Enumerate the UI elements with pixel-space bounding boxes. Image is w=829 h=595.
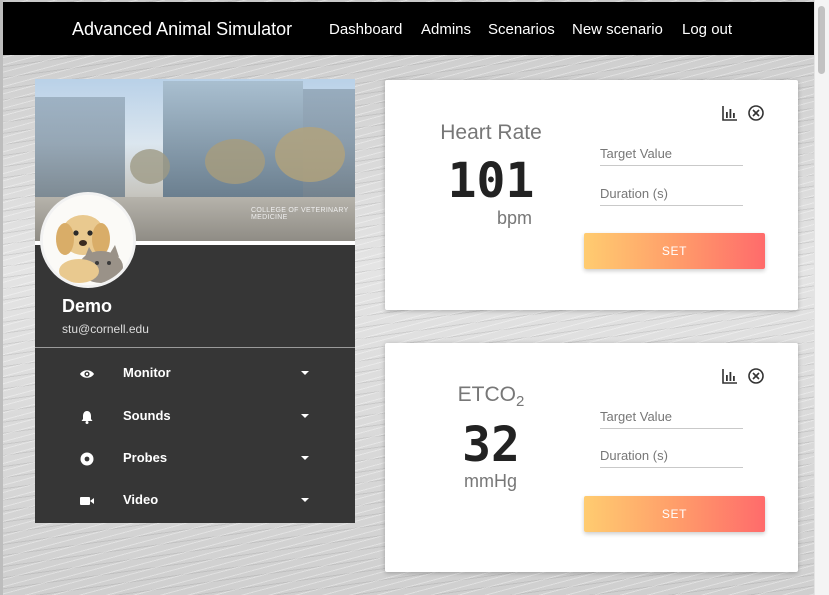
video-camera-icon — [80, 497, 94, 505]
target-value-input[interactable] — [600, 404, 743, 429]
chevron-down-icon — [301, 414, 309, 418]
avatar — [40, 192, 136, 288]
top-navbar: Advanced Animal Simulator Dashboard Admi… — [3, 2, 814, 55]
chevron-down-icon — [301, 498, 309, 502]
bell-icon — [81, 411, 93, 424]
set-button[interactable]: SET — [584, 233, 765, 269]
app-brand[interactable]: Advanced Animal Simulator — [72, 19, 292, 40]
nav-scenarios[interactable]: Scenarios — [488, 21, 555, 38]
etco2-card: ETCO2 32 mmHg SET — [385, 343, 798, 572]
metric-value: 101 — [447, 153, 535, 209]
duration-input[interactable] — [600, 443, 743, 468]
menu-label-probes: Probes — [123, 450, 168, 465]
close-circle-icon[interactable] — [747, 104, 765, 122]
profile-card: COLLEGE OF VETERINARY MEDICINE Demo stu@… — [35, 79, 355, 523]
close-circle-icon[interactable] — [747, 367, 765, 385]
metric-value: 32 — [462, 417, 520, 473]
eye-icon — [80, 370, 94, 378]
menu-item-monitor[interactable]: Monitor — [35, 354, 355, 394]
menu-label-monitor: Monitor — [123, 365, 171, 380]
metric-title-text: ETCO — [457, 383, 516, 406]
heart-rate-card: Heart Rate 101 bpm SET — [385, 80, 798, 310]
metric-title: Heart Rate — [440, 121, 542, 144]
menu-label-sounds: Sounds — [123, 408, 171, 423]
page-scrollbar[interactable] — [814, 0, 829, 595]
probe-icon — [80, 452, 94, 466]
banner-caption: COLLEGE OF VETERINARY MEDICINE — [251, 207, 349, 221]
window-border — [0, 0, 3, 595]
bar-chart-icon[interactable] — [721, 104, 739, 122]
chevron-down-icon — [301, 456, 309, 460]
duration-input[interactable] — [600, 181, 743, 206]
menu-item-video[interactable]: Video — [35, 481, 355, 521]
nav-dashboard[interactable]: Dashboard — [329, 21, 402, 38]
menu-item-sounds[interactable]: Sounds — [35, 397, 355, 437]
nav-admins[interactable]: Admins — [421, 21, 471, 38]
bar-chart-icon[interactable] — [721, 367, 739, 385]
metric-title-subscript: 2 — [516, 393, 525, 411]
nav-new-scenario[interactable]: New scenario — [572, 21, 663, 38]
puppy-kitten-avatar-image — [43, 195, 133, 285]
user-email: stu@cornell.edu — [62, 322, 149, 336]
scrollbar-thumb[interactable] — [818, 6, 825, 74]
metric-unit: bpm — [497, 208, 533, 228]
user-name: Demo — [62, 296, 113, 316]
profile-divider — [35, 347, 355, 348]
metric-unit: mmHg — [464, 471, 517, 491]
set-button[interactable]: SET — [584, 496, 765, 532]
menu-item-probes[interactable]: Probes — [35, 439, 355, 479]
chevron-down-icon — [301, 371, 309, 375]
nav-log-out[interactable]: Log out — [682, 21, 732, 38]
menu-label-video: Video — [123, 492, 159, 507]
metric-title: ETCO2 — [435, 383, 547, 410]
target-value-input[interactable] — [600, 141, 743, 166]
